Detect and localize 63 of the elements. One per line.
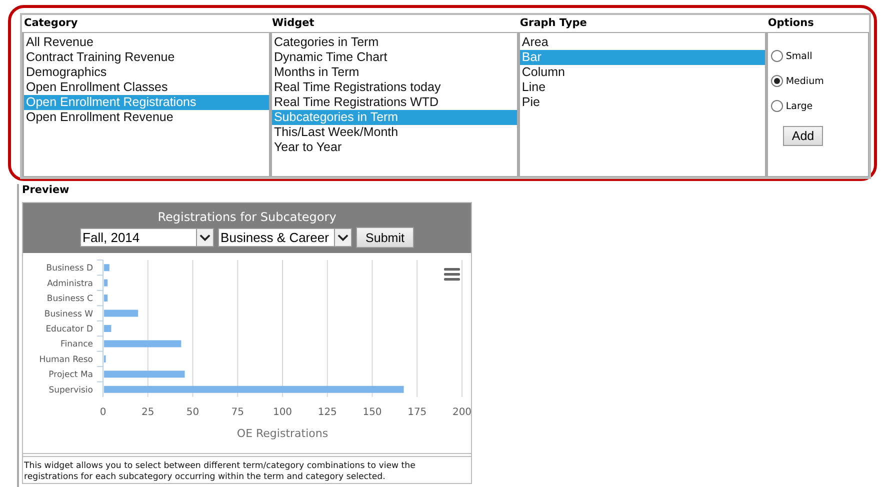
column-heading: Category bbox=[23, 16, 79, 31]
list-option[interactable]: Area bbox=[520, 35, 765, 50]
list-option[interactable]: Open Enrollment Revenue bbox=[24, 110, 269, 125]
radio-button[interactable] bbox=[770, 75, 783, 87]
tick-label: 200 bbox=[452, 407, 471, 418]
column-heading: Widget bbox=[270, 16, 316, 31]
column-heading: Graph Type bbox=[518, 16, 588, 31]
category-label: Supervisio bbox=[48, 385, 93, 396]
list-option[interactable]: Line bbox=[520, 80, 765, 95]
list-option[interactable]: All Revenue bbox=[24, 35, 269, 50]
list-option[interactable]: Pie bbox=[520, 95, 765, 110]
term-dropdown[interactable]: Fall, 2014 bbox=[80, 228, 214, 247]
bar bbox=[104, 294, 108, 302]
tick-label: 100 bbox=[272, 407, 292, 418]
radio-button[interactable] bbox=[770, 100, 783, 112]
list-option[interactable]: Year to Year bbox=[272, 140, 517, 155]
list-option[interactable]: This/Last Week/Month bbox=[272, 125, 517, 140]
category-label: Administra bbox=[47, 278, 93, 289]
list-box[interactable]: All Revenue Contract Training Revenue Demographics Open Enrollment Classes Open Enrollment Registrations Open Enrollment Revenue bbox=[22, 32, 270, 177]
preview-label: Preview bbox=[21, 184, 70, 198]
tick-label: 25 bbox=[142, 407, 154, 418]
tick-label: 125 bbox=[318, 407, 337, 418]
axis-title: OE Registrations bbox=[236, 427, 328, 440]
widget-title: Registrations for Subcategory bbox=[158, 210, 336, 224]
bar bbox=[104, 310, 138, 317]
tick-label: 150 bbox=[362, 407, 382, 418]
column-heading: Options bbox=[766, 16, 815, 31]
list-option[interactable]: Real Time Registrations today bbox=[272, 80, 517, 95]
list-option[interactable]: Categories in Term bbox=[272, 35, 517, 50]
category-label: Business D bbox=[46, 264, 93, 274]
bar bbox=[104, 279, 108, 286]
category-dropdown[interactable]: Business & Career bbox=[218, 228, 352, 247]
radio-label: Small bbox=[786, 50, 812, 62]
list-option[interactable]: Dynamic Time Chart bbox=[272, 50, 517, 65]
tick-label: 175 bbox=[408, 407, 427, 418]
category-label: Finance bbox=[60, 340, 93, 350]
radio-label: Medium bbox=[786, 76, 824, 86]
menu-icon[interactable] bbox=[444, 268, 460, 281]
list-option[interactable]: Open Enrollment Classes bbox=[24, 80, 269, 95]
list-box[interactable]: Categories in Term Dynamic Time Chart Months in Term Real Time Registrations today Real Time Registrations WTD Subcategories in Term This/Last Week/Month Year to Year bbox=[270, 32, 518, 177]
radio-label: Large bbox=[786, 100, 813, 112]
list-option[interactable]: Demographics bbox=[24, 65, 269, 80]
bar bbox=[104, 264, 110, 272]
submit-button[interactable]: Submit bbox=[356, 227, 414, 248]
list-option[interactable]: Contract Training Revenue bbox=[24, 50, 269, 65]
tick-label: 50 bbox=[186, 407, 200, 418]
category-label: Human Reso bbox=[39, 354, 93, 365]
tick-label: 75 bbox=[231, 407, 244, 418]
list-option[interactable]: Real Time Registrations WTD bbox=[272, 95, 517, 110]
list-option[interactable]: Months in Term bbox=[272, 65, 517, 80]
category-label: Project Ma bbox=[48, 370, 93, 380]
category-label: Educator D bbox=[46, 324, 93, 334]
list-box[interactable]: Area Bar Column Line Pie bbox=[518, 32, 766, 177]
widget-description: This widget allows you to select between different term/category combinations to view the registrations for each subcategory occurring within the term and category selected. bbox=[23, 456, 471, 483]
chevron-icon bbox=[196, 229, 213, 246]
list-option[interactable]: Column bbox=[520, 65, 765, 80]
chevron-icon bbox=[334, 229, 351, 246]
add-button[interactable]: Add bbox=[782, 126, 824, 146]
category-label: Business C bbox=[46, 294, 93, 304]
bar bbox=[104, 325, 112, 332]
tick-label: 0 bbox=[100, 407, 106, 418]
category-label: Business W bbox=[44, 309, 93, 320]
radio-button[interactable] bbox=[770, 50, 783, 62]
